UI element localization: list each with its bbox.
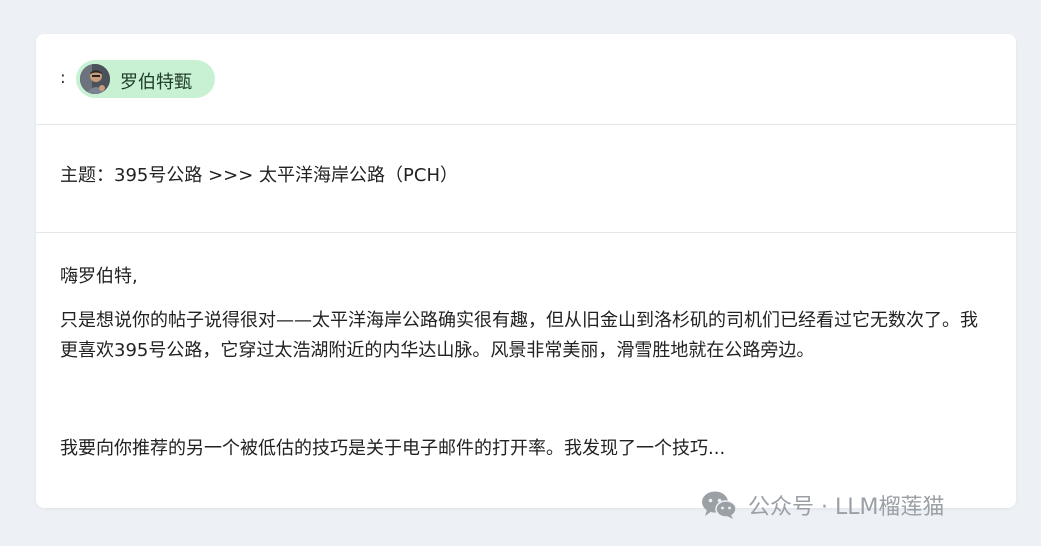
recipient-name: 罗伯特甄 <box>120 72 192 93</box>
wechat-icon <box>702 491 737 519</box>
watermark-text: 公众号 · LLM榴莲猫 <box>748 495 945 520</box>
watermark: 公众号 · LLM榴莲猫 <box>700 485 944 525</box>
avatar <box>80 64 110 94</box>
recipient-chip[interactable]: 罗伯特甄 <box>76 60 215 98</box>
email-card: : 罗伯特甄 主题：395号公路 >>> 太平洋海岸公路（PCH） 嗨罗伯特, … <box>36 34 1016 508</box>
subject-line[interactable]: 主题：395号公路 >>> 太平洋海岸公路（PCH） <box>60 161 458 187</box>
email-paragraph: 我要向你推荐的另一个被低估的技巧是关于电子邮件的打开率。我发现了一个技巧... <box>60 438 726 459</box>
subject-row: 主题：395号公路 >>> 太平洋海岸公路（PCH） <box>36 124 1016 233</box>
email-greeting: 嗨罗伯特, <box>60 266 138 287</box>
email-paragraph: 只是想说你的帖子说得很对——太平洋海岸公路确实很有趣，但从旧金山到洛杉矶的司机们… <box>60 310 978 361</box>
recipient-row: : 罗伯特甄 <box>36 34 1016 125</box>
recipient-label: : <box>60 68 66 88</box>
